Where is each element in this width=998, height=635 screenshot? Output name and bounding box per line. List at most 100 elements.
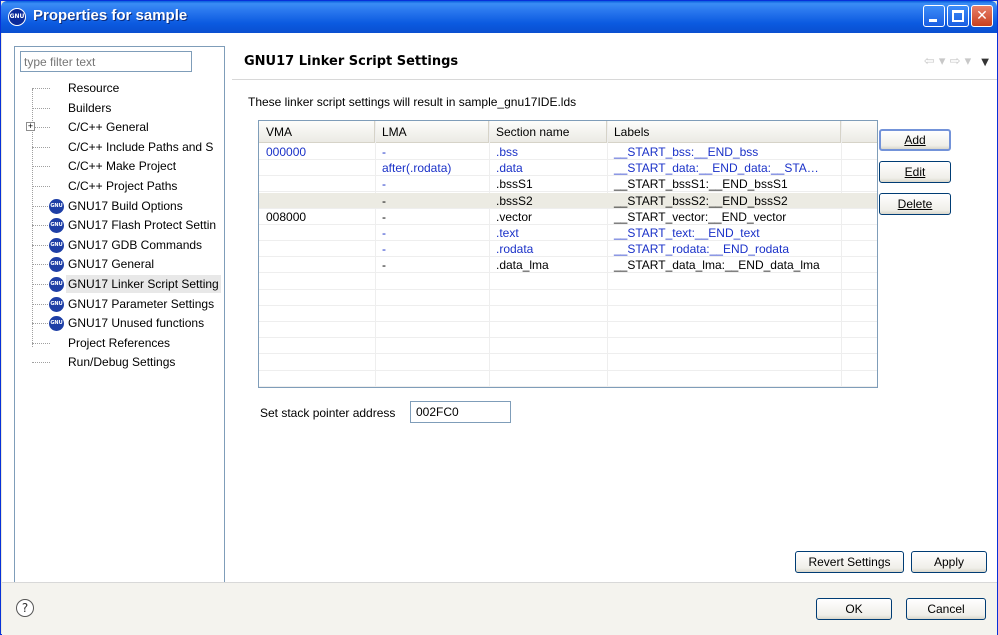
tree-item[interactable]: C/C++ Include Paths and S — [20, 138, 225, 157]
tree-item[interactable]: + C/C++ General — [20, 118, 225, 137]
cell-section: .bss — [496, 145, 519, 159]
tree-item[interactable]: Run/Debug Settings — [20, 353, 225, 372]
cell-vma — [259, 225, 375, 241]
cell-section: .data — [496, 161, 523, 176]
table-row[interactable]: - .rodata __START_rodata:__END_rodata — [259, 241, 877, 258]
tree-item-label: Resource — [68, 81, 120, 95]
filter-input[interactable] — [20, 51, 192, 72]
table-row[interactable]: - .text __START_text:__END_text — [259, 225, 877, 241]
dialog-body: Resource Builders + C/C++ General C/C++ Incl… — [2, 33, 997, 635]
column-header-lma[interactable]: LMA — [375, 121, 489, 143]
minimize-icon — [929, 19, 937, 22]
table-row[interactable]: - .bssS1 __START_bssS1:__END_bssS1 — [259, 176, 877, 193]
cancel-button[interactable]: Cancel — [906, 598, 986, 620]
table-row[interactable]: 000000 - .bss __START_bss:__END_bss — [259, 144, 877, 160]
tree-item[interactable]: GNU GNU17 General — [20, 255, 225, 274]
column-header-vma[interactable]: VMA — [259, 121, 375, 143]
tree-connector — [32, 303, 50, 305]
table-row[interactable]: - .data_lma __START_data_lma:__END_data_lm… — [259, 257, 877, 274]
tree-item[interactable]: GNU GNU17 GDB Commands — [20, 236, 225, 255]
cell-vma — [259, 257, 375, 273]
tree-item[interactable]: Project References — [20, 334, 225, 353]
close-button[interactable]: ✕ — [971, 5, 993, 27]
maximize-button[interactable] — [947, 5, 969, 27]
gnu-icon: GNU — [49, 296, 64, 312]
tree-item-label: C/C++ Make Project — [68, 159, 177, 174]
close-icon: ✕ — [976, 8, 988, 24]
edit-button[interactable]: Edit — [879, 161, 951, 183]
add-button[interactable]: Add — [879, 129, 951, 151]
tree-item[interactable]: C/C++ Make Project — [20, 157, 225, 176]
column-header-section-name[interactable]: Section name — [489, 121, 607, 143]
linker-sections-table[interactable]: VMA LMA Section name Labels 000000 - .bss _… — [258, 120, 878, 388]
revert-settings-button[interactable]: Revert Settings — [795, 551, 904, 573]
empty-table-row — [259, 306, 877, 322]
tree-item[interactable]: GNU GNU17 Linker Script Setting — [20, 275, 225, 294]
tree-connector — [32, 225, 50, 227]
cell-vma — [259, 176, 375, 192]
tree-item[interactable]: GNU GNU17 Flash Protect Settin — [20, 216, 225, 235]
cell-labels: __START_bssS2:__END_bssS2 — [614, 193, 788, 208]
view-menu-icon[interactable]: ▼ — [981, 57, 989, 68]
tree-item[interactable]: C/C++ Project Paths — [20, 177, 225, 196]
gnu-icon: GNU — [49, 277, 64, 292]
back-arrow-icon[interactable]: ⇦ ▾ — [924, 54, 946, 69]
cell-lma: - — [382, 193, 386, 208]
gnu-icon: GNU — [49, 316, 64, 332]
tree-item[interactable]: Builders — [20, 99, 225, 118]
cell-lma: - — [382, 209, 386, 224]
title-bar[interactable]: GNU Properties for sample ✕ — [1, 1, 997, 33]
tree-item-label: GNU17 Flash Protect Settin — [68, 218, 217, 233]
edit-button-label: Edit — [904, 165, 926, 179]
cell-labels: __START_bssS1:__END_bssS1 — [614, 177, 788, 192]
table-header: VMA LMA Section name Labels — [259, 121, 877, 143]
add-button-label: Add — [904, 133, 926, 147]
cell-labels: __START_data:__END_data:__STA… — [614, 161, 819, 176]
table-row[interactable]: - .bssS2 __START_bssS2:__END_bssS2 — [259, 192, 877, 209]
table-row[interactable]: 008000 - .vector __START_vector:__END_vecto… — [259, 209, 877, 225]
maximize-icon — [952, 10, 964, 22]
forward-arrow-icon[interactable]: ⇨ ▾ — [950, 54, 972, 69]
ok-button-label: OK — [845, 602, 863, 616]
cell-lma: - — [382, 226, 386, 240]
cell-section: .vector — [496, 209, 533, 224]
cell-lma: - — [382, 258, 386, 273]
tree-item-label: C/C++ General — [68, 120, 149, 135]
ok-button[interactable]: OK — [816, 598, 892, 620]
tree-item-label: GNU17 Parameter Settings — [68, 296, 215, 311]
expand-icon[interactable]: + — [26, 122, 35, 132]
stack-pointer-label: Set stack pointer address — [260, 406, 396, 420]
delete-button[interactable]: Delete — [879, 193, 951, 215]
minimize-button[interactable] — [923, 5, 945, 27]
cell-lma: - — [382, 145, 386, 159]
help-icon[interactable]: ? — [16, 599, 34, 617]
empty-table-row — [259, 355, 877, 371]
property-page-tree-pane: Resource Builders + C/C++ General C/C++ Incl… — [14, 46, 225, 601]
cell-vma: 000000 — [266, 145, 307, 159]
cell-vma — [259, 241, 375, 257]
tree-connector — [32, 146, 50, 148]
tree-item[interactable]: GNU GNU17 Build Options — [20, 197, 225, 216]
cancel-button-label: Cancel — [927, 602, 965, 616]
tree-item[interactable]: GNU GNU17 Parameter Settings — [20, 295, 225, 314]
tree-item[interactable]: GNU GNU17 Unused functions — [20, 314, 225, 333]
stack-pointer-input[interactable] — [410, 401, 511, 423]
tree-item-label: Project References — [68, 335, 171, 350]
gnu-icon: GNU — [49, 257, 64, 273]
cell-lma: after(.rodata) — [382, 161, 452, 176]
tree-item-label: GNU17 General — [68, 257, 155, 272]
tree-item-label: GNU17 GDB Commands — [68, 237, 203, 252]
tree-connector — [32, 244, 50, 246]
cell-labels: __START_text:__END_text — [614, 226, 760, 240]
empty-table-row — [259, 371, 877, 387]
tree-item-label: Builders — [68, 100, 112, 115]
cell-section: .text — [496, 226, 519, 240]
apply-button[interactable]: Apply — [911, 551, 987, 573]
tree-item[interactable]: Resource — [20, 79, 225, 98]
cell-labels: __START_rodata:__END_rodata — [614, 242, 789, 257]
column-header-labels[interactable]: Labels — [607, 121, 841, 143]
tree-connector — [32, 205, 50, 207]
table-row[interactable]: after(.rodata) .data __START_data:__END_da… — [259, 160, 877, 177]
tree-item-label: GNU17 Unused functions — [68, 316, 205, 331]
cell-vma — [259, 160, 375, 176]
